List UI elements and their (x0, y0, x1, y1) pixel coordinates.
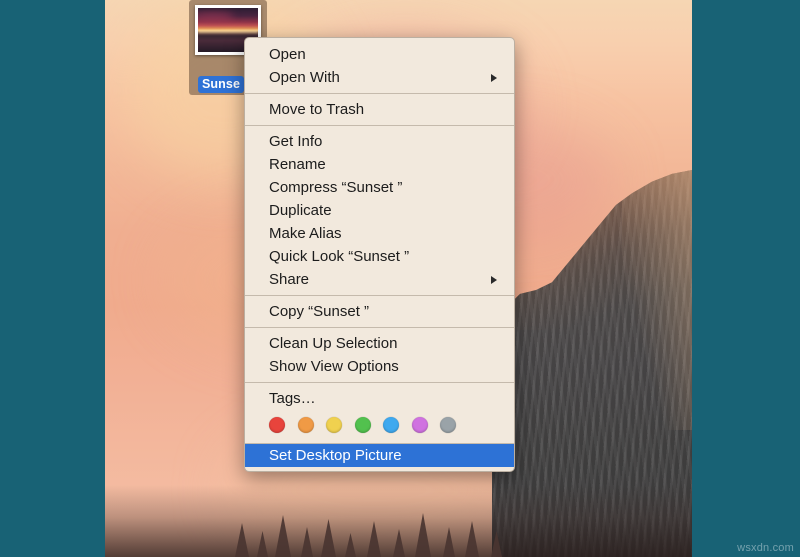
menu-item-label: Get Info (269, 133, 323, 150)
menu-item-label: Rename (269, 156, 326, 173)
menu-item-label: Open With (269, 69, 340, 86)
tag-dot-blue[interactable] (383, 417, 399, 433)
tag-dot-yellow[interactable] (326, 417, 342, 433)
menu-item-label: Compress “Sunset ” (269, 179, 403, 196)
chevron-right-icon (491, 275, 497, 284)
menu-item-clean-up-selection[interactable]: Clean Up Selection (245, 332, 514, 355)
menu-item-make-alias[interactable]: Make Alias (245, 222, 514, 245)
watermark: wsxdn.com (737, 542, 794, 554)
menu-item-label: Move to Trash (269, 101, 365, 118)
menu-item-show-view-options[interactable]: Show View Options (245, 355, 514, 378)
menu-item-open-with[interactable]: Open With (245, 66, 514, 89)
menu-item-duplicate[interactable]: Duplicate (245, 199, 514, 222)
desktop-icon-label[interactable]: Sunse (198, 76, 245, 93)
menu-item-tags[interactable]: Tags… (245, 387, 514, 410)
tag-color-row[interactable] (245, 410, 514, 440)
menu-item-label: Duplicate (269, 202, 332, 219)
rock-glow (622, 170, 692, 430)
menu-separator (245, 327, 514, 328)
menu-item-label: Clean Up Selection (269, 335, 398, 352)
menu-item-move-to-trash[interactable]: Move to Trash (245, 98, 514, 121)
menu-separator (245, 93, 514, 94)
tag-dot-purple[interactable] (411, 417, 428, 433)
menu-item-copy[interactable]: Copy “Sunset ” (245, 300, 514, 323)
menu-item-label: Make Alias (269, 225, 342, 242)
menu-separator (245, 125, 514, 126)
menu-item-label: Open (269, 46, 306, 63)
menu-item-label: Copy “Sunset ” (269, 303, 370, 320)
menu-item-compress[interactable]: Compress “Sunset ” (245, 176, 514, 199)
context-menu[interactable]: Open Open With Move to Trash Get Info Re… (244, 37, 515, 472)
menu-item-quick-look[interactable]: Quick Look “Sunset ” (245, 245, 514, 268)
menu-separator (245, 295, 514, 296)
menu-item-open[interactable]: Open (245, 43, 514, 66)
tag-dot-gray[interactable] (440, 417, 456, 433)
menu-item-label: Show View Options (269, 358, 399, 375)
menu-item-rename[interactable]: Rename (245, 153, 514, 176)
screenshot-root: Sunse Open Open With Move to Trash Get I… (0, 0, 800, 557)
tag-dot-orange[interactable] (297, 417, 314, 433)
tag-dot-red[interactable] (269, 417, 285, 433)
menu-item-get-info[interactable]: Get Info (245, 130, 514, 153)
menu-item-label: Set Desktop Picture (269, 447, 402, 464)
tree-line (105, 485, 692, 557)
menu-item-share[interactable]: Share (245, 268, 514, 291)
menu-item-set-desktop-picture[interactable]: Set Desktop Picture (245, 444, 514, 467)
menu-item-label: Tags… (269, 390, 316, 407)
chevron-right-icon (491, 73, 497, 82)
menu-item-label: Share (269, 271, 310, 288)
tag-dot-green[interactable] (354, 417, 371, 433)
menu-item-label: Quick Look “Sunset ” (269, 248, 410, 265)
menu-separator (245, 382, 514, 383)
